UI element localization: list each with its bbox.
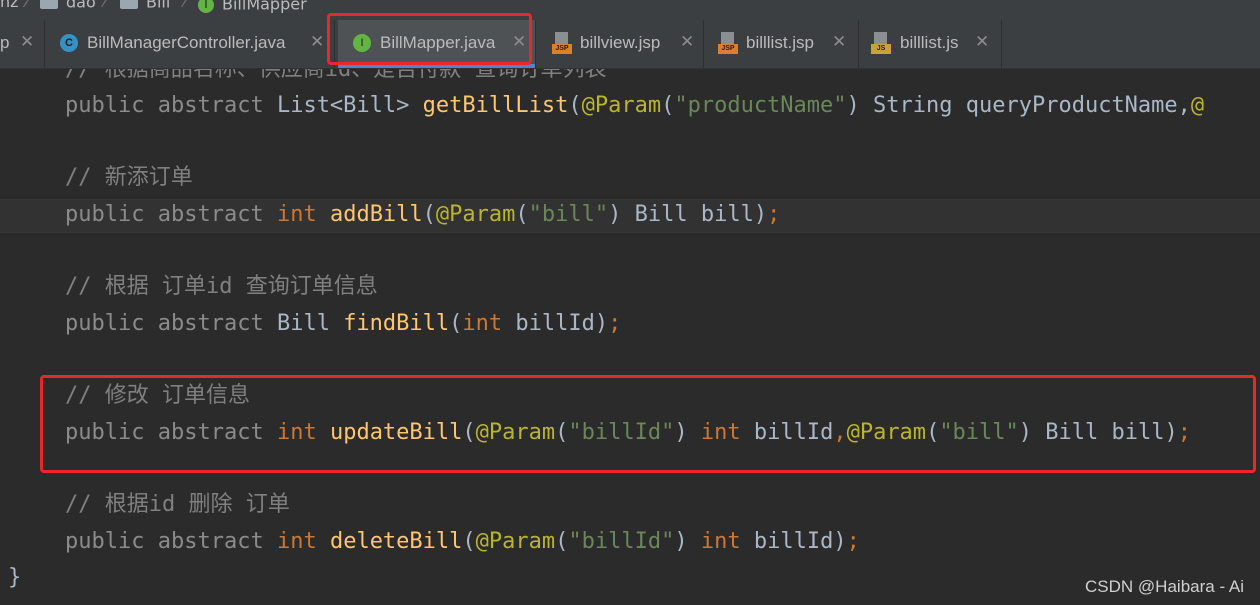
highlight-box-updatebill bbox=[40, 375, 1256, 473]
code-line-addbill: public abstract int addBill(@Param("bill… bbox=[65, 202, 781, 227]
breadcrumb-item-bill[interactable]: Bill bbox=[120, 0, 170, 10]
tab-billlist-jsp[interactable]: JSP billlist.jsp ✕ bbox=[704, 20, 859, 68]
breadcrumb: nz 〉 dao 〉 Bill 〉 I BillMapper bbox=[0, 0, 1260, 20]
close-icon[interactable]: ✕ bbox=[310, 32, 324, 52]
tab-billlist-js[interactable]: JS billlist.js ✕ bbox=[859, 20, 1002, 68]
code-line-getbilllist: public abstract List<Bill> getBillList(@… bbox=[65, 93, 1205, 118]
code-comment: // 根据 订单id 查询订单信息 bbox=[65, 274, 378, 299]
folder-icon bbox=[40, 0, 58, 9]
breadcrumb-separator: 〉 bbox=[22, 0, 40, 11]
tab-billview-jsp[interactable]: JSP billview.jsp ✕ bbox=[538, 20, 704, 68]
close-icon[interactable]: ✕ bbox=[20, 32, 34, 52]
jsp-file-icon: JSP bbox=[552, 32, 572, 54]
breadcrumb-item-module[interactable]: nz bbox=[0, 0, 19, 10]
folder-icon bbox=[120, 0, 138, 9]
watermark: CSDN @Haibara - Ai bbox=[1085, 577, 1244, 596]
code-comment: // 新添订单 bbox=[65, 165, 193, 190]
close-icon[interactable]: ✕ bbox=[975, 32, 989, 52]
tab-jsp-partial[interactable]: p ✕ bbox=[0, 20, 45, 68]
code-line-findbill: public abstract Bill findBill(int billId… bbox=[65, 311, 622, 336]
highlight-box-tab bbox=[327, 13, 532, 65]
class-icon: C bbox=[60, 34, 78, 52]
code-editor[interactable]: // 根据商品名称、供应商id、是否付款 查询订单列表 public abstr… bbox=[0, 69, 1260, 605]
tab-billmanagercontroller[interactable]: C BillManagerController.java ✕ bbox=[45, 20, 335, 68]
code-line-deletebill: public abstract int deleteBill(@Param("b… bbox=[65, 529, 860, 554]
js-file-icon: JS bbox=[871, 32, 891, 54]
breadcrumb-separator: 〉 bbox=[100, 0, 118, 11]
breadcrumb-item-billmapper[interactable]: I BillMapper bbox=[198, 0, 307, 13]
code-comment: // 根据商品名称、供应商id、是否付款 查询订单列表 bbox=[65, 69, 607, 82]
code-comment: // 根据id 删除 订单 bbox=[65, 492, 290, 517]
editor-tab-bar: p ✕ C BillManagerController.java ✕ I Bil… bbox=[0, 20, 1260, 69]
interface-icon: I bbox=[198, 0, 214, 13]
breadcrumb-item-dao[interactable]: dao bbox=[40, 0, 96, 10]
breadcrumb-separator: 〉 bbox=[180, 0, 198, 11]
closing-brace: } bbox=[8, 565, 22, 590]
close-icon[interactable]: ✕ bbox=[832, 32, 846, 52]
jsp-file-icon: JSP bbox=[718, 32, 738, 54]
close-icon[interactable]: ✕ bbox=[680, 32, 694, 52]
